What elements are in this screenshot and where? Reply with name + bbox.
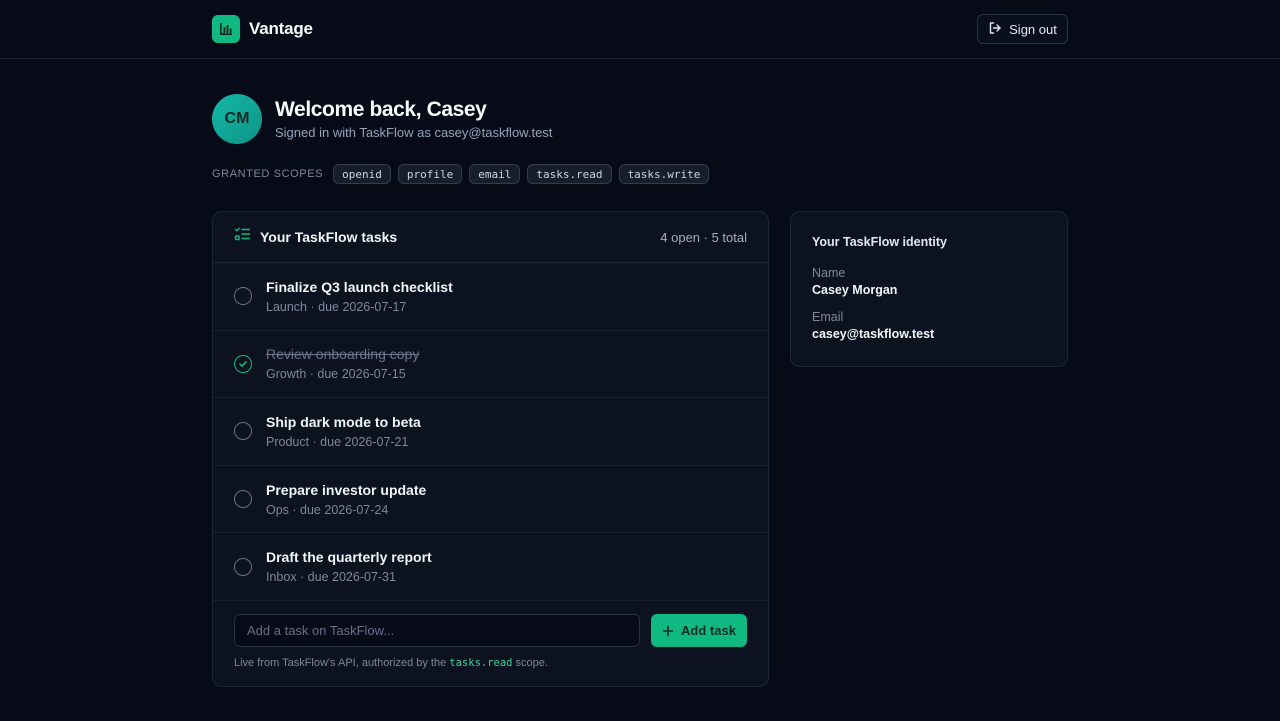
task-row[interactable]: Prepare investor update Ops · due 2026-0… bbox=[213, 466, 768, 534]
brand[interactable]: Vantage bbox=[212, 15, 313, 43]
add-task-input[interactable] bbox=[234, 614, 640, 647]
sign-out-label: Sign out bbox=[1009, 21, 1057, 37]
top-bar: Vantage Sign out bbox=[0, 0, 1280, 59]
footnote-scope: tasks.read bbox=[449, 657, 513, 669]
email-label: Email bbox=[812, 310, 844, 324]
task-title: Finalize Q3 launch checklist bbox=[266, 278, 453, 295]
name-label: Name bbox=[812, 266, 846, 280]
welcome-heading: Welcome back, Casey bbox=[275, 98, 487, 121]
api-footnote: Live from TaskFlow's API, authorized by … bbox=[234, 657, 548, 669]
task-meta: Launch · due 2026-07-17 bbox=[266, 299, 407, 314]
task-row[interactable]: Review onboarding copy Growth · due 2026… bbox=[213, 331, 768, 399]
task-checkbox[interactable] bbox=[234, 490, 252, 509]
task-title: Ship dark mode to beta bbox=[266, 413, 421, 430]
check-icon bbox=[239, 360, 247, 367]
add-task-label: Add task bbox=[681, 623, 736, 638]
scope-chip: email bbox=[469, 164, 521, 184]
task-title: Prepare investor update bbox=[266, 481, 427, 498]
scope-chip: tasks.read bbox=[527, 164, 612, 184]
task-meta: Inbox · due 2026-07-31 bbox=[266, 570, 396, 585]
task-checkbox[interactable] bbox=[234, 287, 252, 306]
tasks-title: Your TaskFlow tasks bbox=[260, 229, 398, 245]
task-list-icon bbox=[234, 227, 251, 247]
task-row[interactable]: Draft the quarterly report Inbox · due 2… bbox=[213, 533, 768, 601]
task-checkbox[interactable] bbox=[234, 422, 252, 441]
name-value: Casey Morgan bbox=[812, 283, 898, 297]
footnote-text: Live from TaskFlow's API, authorized by … bbox=[234, 657, 450, 669]
task-title: Review onboarding copy bbox=[266, 346, 420, 363]
scopes-label: GRANTED SCOPES bbox=[212, 168, 324, 180]
task-meta: Growth · due 2026-07-15 bbox=[266, 367, 406, 382]
scope-chip: tasks.write bbox=[618, 164, 710, 184]
signed-in-text: Signed in with TaskFlow as casey@taskflo… bbox=[275, 125, 553, 140]
task-row[interactable]: Ship dark mode to beta Product · due 202… bbox=[213, 398, 768, 466]
sign-out-button[interactable]: Sign out bbox=[977, 14, 1068, 44]
task-row[interactable]: Finalize Q3 launch checklist Launch · du… bbox=[213, 263, 768, 331]
task-title: Draft the quarterly report bbox=[266, 549, 432, 566]
add-task-form: Add task bbox=[234, 614, 747, 647]
bar-chart-icon bbox=[212, 15, 240, 43]
scope-chip: openid bbox=[333, 164, 391, 184]
add-task-button[interactable]: Add task bbox=[651, 614, 747, 647]
tasks-card: Your TaskFlow tasks 4 open · 5 total Fin… bbox=[212, 211, 769, 687]
task-checkbox-checked[interactable] bbox=[234, 354, 252, 373]
granted-scopes: GRANTED SCOPES openid profile email task… bbox=[212, 164, 710, 184]
brand-name: Vantage bbox=[249, 19, 313, 38]
avatar: CM bbox=[212, 94, 262, 144]
task-meta: Product · due 2026-07-21 bbox=[266, 434, 409, 449]
identity-card: Your TaskFlow identity Name Casey Morgan… bbox=[790, 211, 1068, 367]
identity-title: Your TaskFlow identity bbox=[812, 235, 947, 249]
email-value: casey@taskflow.test bbox=[812, 327, 935, 341]
plus-icon bbox=[662, 625, 674, 636]
footnote-text-end: scope. bbox=[512, 657, 548, 669]
task-meta: Ops · due 2026-07-24 bbox=[266, 502, 389, 517]
task-checkbox[interactable] bbox=[234, 557, 252, 576]
sign-out-icon bbox=[988, 21, 1002, 38]
tasks-count: 4 open · 5 total bbox=[660, 229, 747, 245]
tasks-header: Your TaskFlow tasks 4 open · 5 total bbox=[213, 212, 768, 263]
scope-chip: profile bbox=[397, 164, 463, 184]
